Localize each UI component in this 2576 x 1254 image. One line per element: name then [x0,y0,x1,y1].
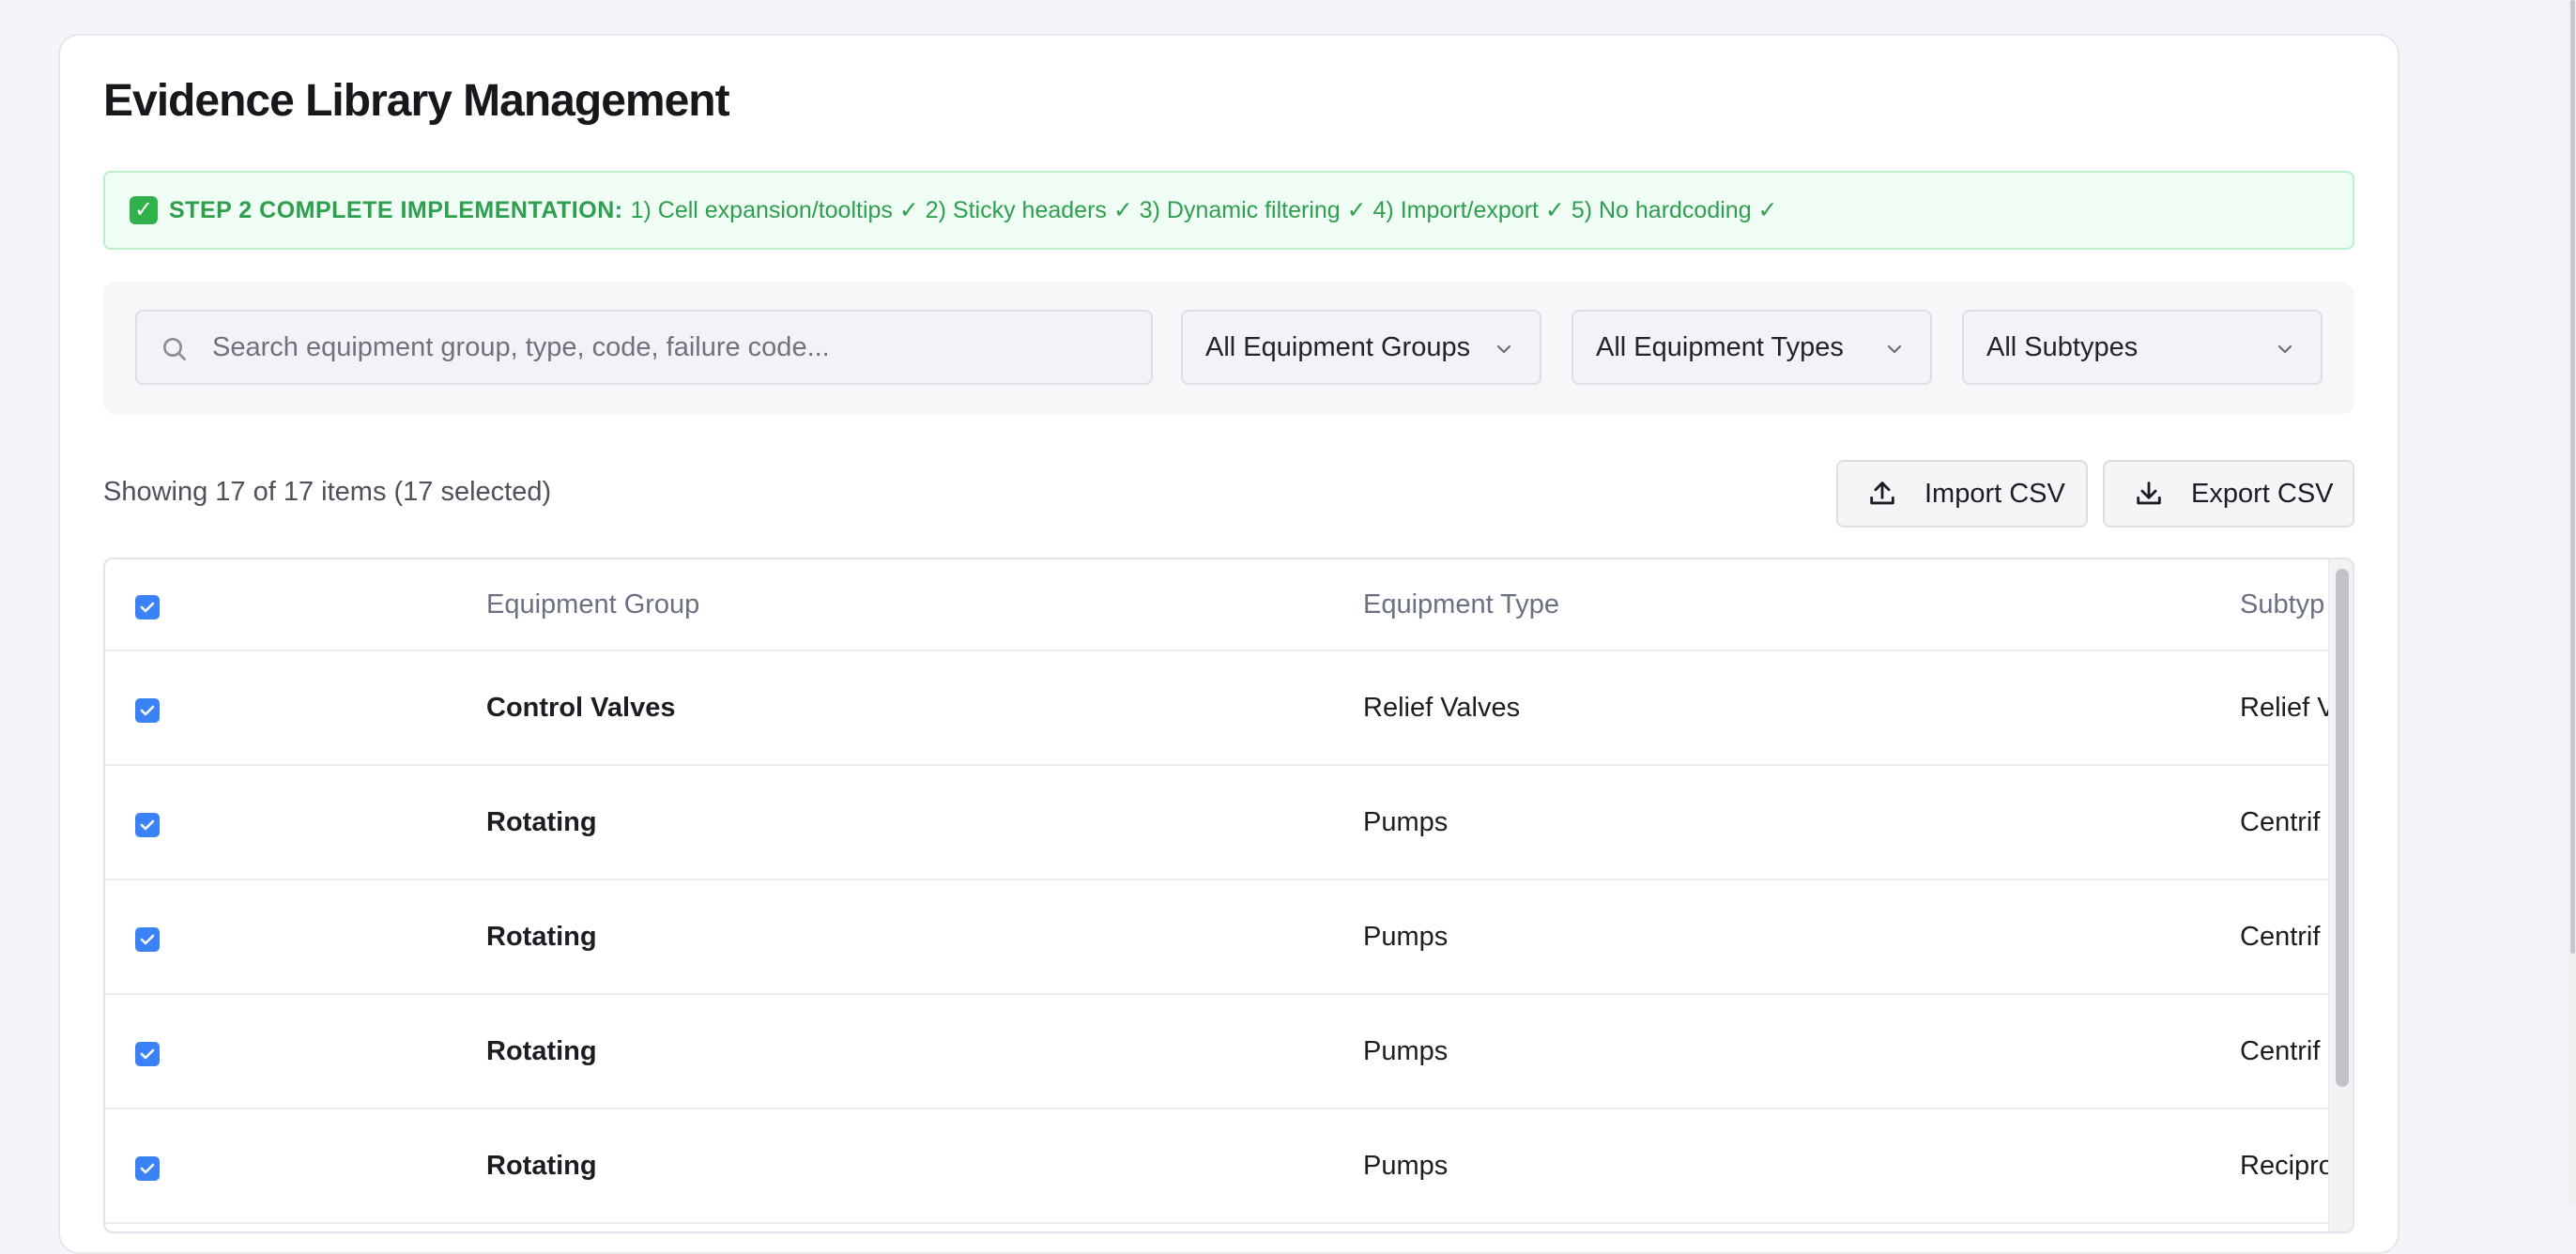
table-row[interactable]: Rotating Pumps Centrif [105,995,2353,1109]
equipment-type-select[interactable]: All Equipment Types [1572,310,1932,385]
cell-equipment-type: Pumps [1363,922,1449,952]
search-input[interactable] [212,319,1132,375]
download-icon [2137,482,2161,505]
checkbox-check-icon [140,819,155,831]
page-scrollbar-thumb[interactable] [2570,0,2575,954]
search-field[interactable] [135,310,1153,385]
cell-subtype: Centrif [2240,1036,2321,1066]
import-csv-label: Import CSV [1924,478,2065,509]
upload-icon [1870,482,1894,505]
cell-equipment-type: Pumps [1363,1151,1449,1181]
search-icon [163,338,186,360]
subtype-select[interactable]: All Subtypes [1962,310,2323,385]
cell-equipment-group: Rotating [486,1036,597,1066]
page-scrollbar[interactable] [2568,0,2576,1205]
checkbox-check-icon [140,1048,155,1060]
table-row[interactable]: Rotating Pumps Centrif [105,766,2353,880]
table-header: Equipment Group Equipment Type Subtyp [105,559,2353,651]
cell-equipment-type: Relief Valves [1363,693,1521,723]
cell-equipment-group: Rotating [486,1151,597,1181]
chevron-down-icon [1496,344,1511,354]
row-checkbox[interactable] [135,813,160,837]
cell-subtype: Centrif [2240,922,2321,952]
equipment-group-select[interactable]: All Equipment Groups [1181,310,1541,385]
row-checkbox[interactable] [135,927,160,952]
row-checkbox[interactable] [135,698,160,723]
checkbox-check-icon [140,934,155,945]
table-row[interactable]: Rotating Pumps Centrif [105,880,2353,995]
row-checkbox[interactable] [135,1042,160,1066]
import-csv-button[interactable]: Import CSV [1836,460,2088,528]
banner-heading: STEP 2 COMPLETE IMPLEMENTATION: [169,196,623,223]
equipment-type-value: All Equipment Types [1596,331,1844,362]
column-header-equipment-group[interactable]: Equipment Group [486,589,699,620]
table-row[interactable]: Rotating Pumps Recipro [105,1109,2353,1224]
checkbox-check-icon [140,1163,155,1174]
cell-subtype: Relief V [2240,693,2336,723]
page-title: Evidence Library Management [103,76,730,126]
checkmark-icon: ✓ [130,196,158,224]
items-count: Showing 17 of 17 items (17 selected) [103,477,552,507]
cell-equipment-type: Pumps [1363,807,1449,837]
table-scrollbar[interactable] [2328,559,2353,1231]
table-scrollbar-thumb[interactable] [2336,569,2349,1087]
cell-equipment-type: Pumps [1363,1036,1449,1066]
equipment-table: Equipment Group Equipment Type Subtyp Co… [103,558,2354,1233]
select-all-checkbox[interactable] [135,595,160,619]
chevron-down-icon [1887,344,1902,354]
equipment-group-value: All Equipment Groups [1205,331,1471,362]
checkbox-check-icon [140,705,155,716]
subtype-value: All Subtypes [1986,331,2139,362]
banner-text: 1) Cell expansion/tooltips ✓ 2) Sticky h… [630,197,1778,223]
export-csv-button[interactable]: Export CSV [2103,460,2354,528]
column-header-equipment-type[interactable]: Equipment Type [1363,589,1559,620]
cell-equipment-group: Control Valves [486,693,676,723]
cell-subtype: Centrif [2240,807,2321,837]
row-checkbox[interactable] [135,1156,160,1181]
chevron-down-icon [2277,344,2292,354]
checkbox-check-icon [140,602,155,613]
cell-subtype: Recipro [2240,1151,2334,1181]
table-row[interactable]: Control Valves Relief Valves Relief V [105,651,2353,766]
cell-equipment-group: Rotating [486,807,597,837]
export-csv-label: Export CSV [2191,478,2334,509]
status-banner: ✓ STEP 2 COMPLETE IMPLEMENTATION: 1) Cel… [103,171,2354,250]
cell-equipment-group: Rotating [486,922,597,952]
column-header-subtype[interactable]: Subtyp [2240,589,2324,620]
